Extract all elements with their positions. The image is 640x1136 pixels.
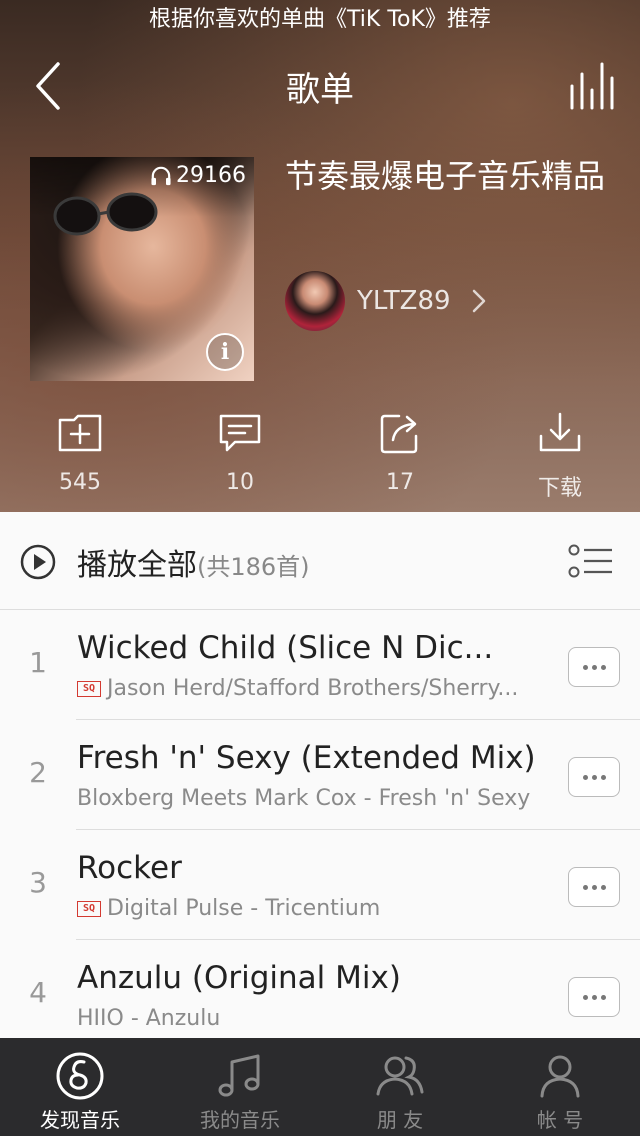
tab-my-music[interactable]: 我的音乐 bbox=[160, 1038, 320, 1136]
tab-friends[interactable]: 朋 友 bbox=[320, 1038, 480, 1136]
play-count-value: 29166 bbox=[176, 163, 246, 188]
headphones-icon bbox=[151, 166, 171, 185]
tab-label: 朋 友 bbox=[376, 1108, 424, 1132]
comment-icon bbox=[219, 414, 261, 452]
tab-label: 我的音乐 bbox=[200, 1108, 280, 1132]
share-icon bbox=[380, 414, 418, 454]
play-all-row[interactable]: 播放全部(共186首) bbox=[0, 512, 640, 610]
song-title: Wicked Child (Slice N Dic... bbox=[77, 630, 494, 666]
song-index: 3 bbox=[29, 866, 47, 899]
action-bar: 545 10 17 下载 bbox=[0, 410, 640, 505]
account-icon bbox=[540, 1055, 580, 1098]
song-row[interactable]: 1 Wicked Child (Slice N Dic... SQ Jason … bbox=[0, 610, 640, 720]
bottom-tab-bar: 发现音乐 我的音乐 朋 友 帐 号 bbox=[0, 1038, 640, 1136]
download-button[interactable]: 下载 bbox=[500, 410, 620, 502]
play-count: 29166 bbox=[150, 163, 246, 188]
add-folder-icon bbox=[58, 414, 102, 452]
song-count: (共186首) bbox=[197, 553, 310, 581]
collect-count: 545 bbox=[59, 470, 101, 495]
top-bar: 歌单 bbox=[0, 52, 640, 122]
song-title: Fresh 'n' Sexy (Extended Mix) bbox=[77, 740, 536, 776]
song-artist: Bloxberg Meets Mark Cox - Fresh 'n' Sexy bbox=[77, 786, 531, 811]
download-icon bbox=[539, 412, 581, 452]
song-index: 2 bbox=[29, 756, 47, 789]
play-circle-icon bbox=[20, 544, 56, 580]
equalizer-icon bbox=[570, 62, 614, 110]
recommendation-notice: 根据你喜欢的单曲《TiK ToK》推荐 bbox=[149, 7, 491, 32]
playlist-header: 根据你喜欢的单曲《TiK ToK》推荐 歌单 29166 i 节奏最爆电子音乐精… bbox=[0, 0, 640, 512]
comment-button[interactable]: 10 bbox=[180, 410, 300, 495]
download-label: 下载 bbox=[537, 476, 582, 501]
more-options-button[interactable] bbox=[568, 977, 620, 1017]
song-index: 4 bbox=[29, 976, 47, 1009]
more-options-button[interactable] bbox=[568, 867, 620, 907]
tab-account[interactable]: 帐 号 bbox=[480, 1038, 640, 1136]
creator-link[interactable]: YLTZ89 bbox=[285, 270, 487, 332]
share-count: 17 bbox=[386, 470, 414, 495]
creator-name: YLTZ89 bbox=[357, 286, 451, 316]
play-all-label: 播放全部(共186首) bbox=[77, 548, 310, 583]
playlist-title: 节奏最爆电子音乐精品 bbox=[285, 157, 606, 195]
page-title: 歌单 bbox=[286, 70, 354, 110]
music-note-icon bbox=[218, 1054, 260, 1097]
creator-avatar bbox=[285, 271, 345, 331]
song-artist-line: HIIO - Anzulu bbox=[77, 1006, 549, 1031]
song-index: 1 bbox=[29, 646, 47, 679]
more-options-button[interactable] bbox=[568, 647, 620, 687]
sq-badge: SQ bbox=[77, 680, 101, 697]
song-artist: HIIO - Anzulu bbox=[77, 1006, 221, 1031]
song-artist-line: Bloxberg Meets Mark Cox - Fresh 'n' Sexy bbox=[77, 786, 549, 811]
chevron-right-icon bbox=[472, 289, 485, 313]
share-button[interactable]: 17 bbox=[340, 410, 460, 495]
playlist-cover[interactable]: 29166 i bbox=[30, 157, 254, 381]
collect-button[interactable]: 545 bbox=[20, 410, 140, 495]
friends-icon bbox=[376, 1056, 424, 1096]
song-title: Anzulu (Original Mix) bbox=[77, 960, 401, 996]
song-artist-line: SQ Jason Herd/Stafford Brothers/Sherry..… bbox=[77, 676, 549, 701]
song-artist-line: SQ Digital Pulse - Tricentium bbox=[77, 896, 549, 921]
song-row[interactable]: 3 Rocker SQ Digital Pulse - Tricentium bbox=[0, 830, 640, 940]
cover-artwork bbox=[53, 192, 158, 236]
song-list: 播放全部(共186首) 1 Wicked Child (Slice N Dic.… bbox=[0, 512, 640, 1050]
comment-count: 10 bbox=[226, 470, 254, 495]
now-playing-button[interactable] bbox=[568, 60, 618, 112]
tab-label: 帐 号 bbox=[536, 1108, 584, 1132]
more-options-button[interactable] bbox=[568, 757, 620, 797]
song-row[interactable]: 4 Anzulu (Original Mix) HIIO - Anzulu bbox=[0, 940, 640, 1050]
tab-label: 发现音乐 bbox=[40, 1108, 120, 1132]
song-artist: Jason Herd/Stafford Brothers/Sherry... bbox=[107, 676, 519, 701]
sq-badge: SQ bbox=[77, 900, 101, 917]
multi-select-icon[interactable] bbox=[568, 544, 614, 578]
song-artist: Digital Pulse - Tricentium bbox=[107, 896, 381, 921]
song-title: Rocker bbox=[77, 850, 182, 886]
song-row[interactable]: 2 Fresh 'n' Sexy (Extended Mix) Bloxberg… bbox=[0, 720, 640, 830]
info-icon[interactable]: i bbox=[206, 333, 244, 371]
netease-music-icon bbox=[56, 1052, 104, 1100]
tab-discover[interactable]: 发现音乐 bbox=[0, 1038, 160, 1136]
